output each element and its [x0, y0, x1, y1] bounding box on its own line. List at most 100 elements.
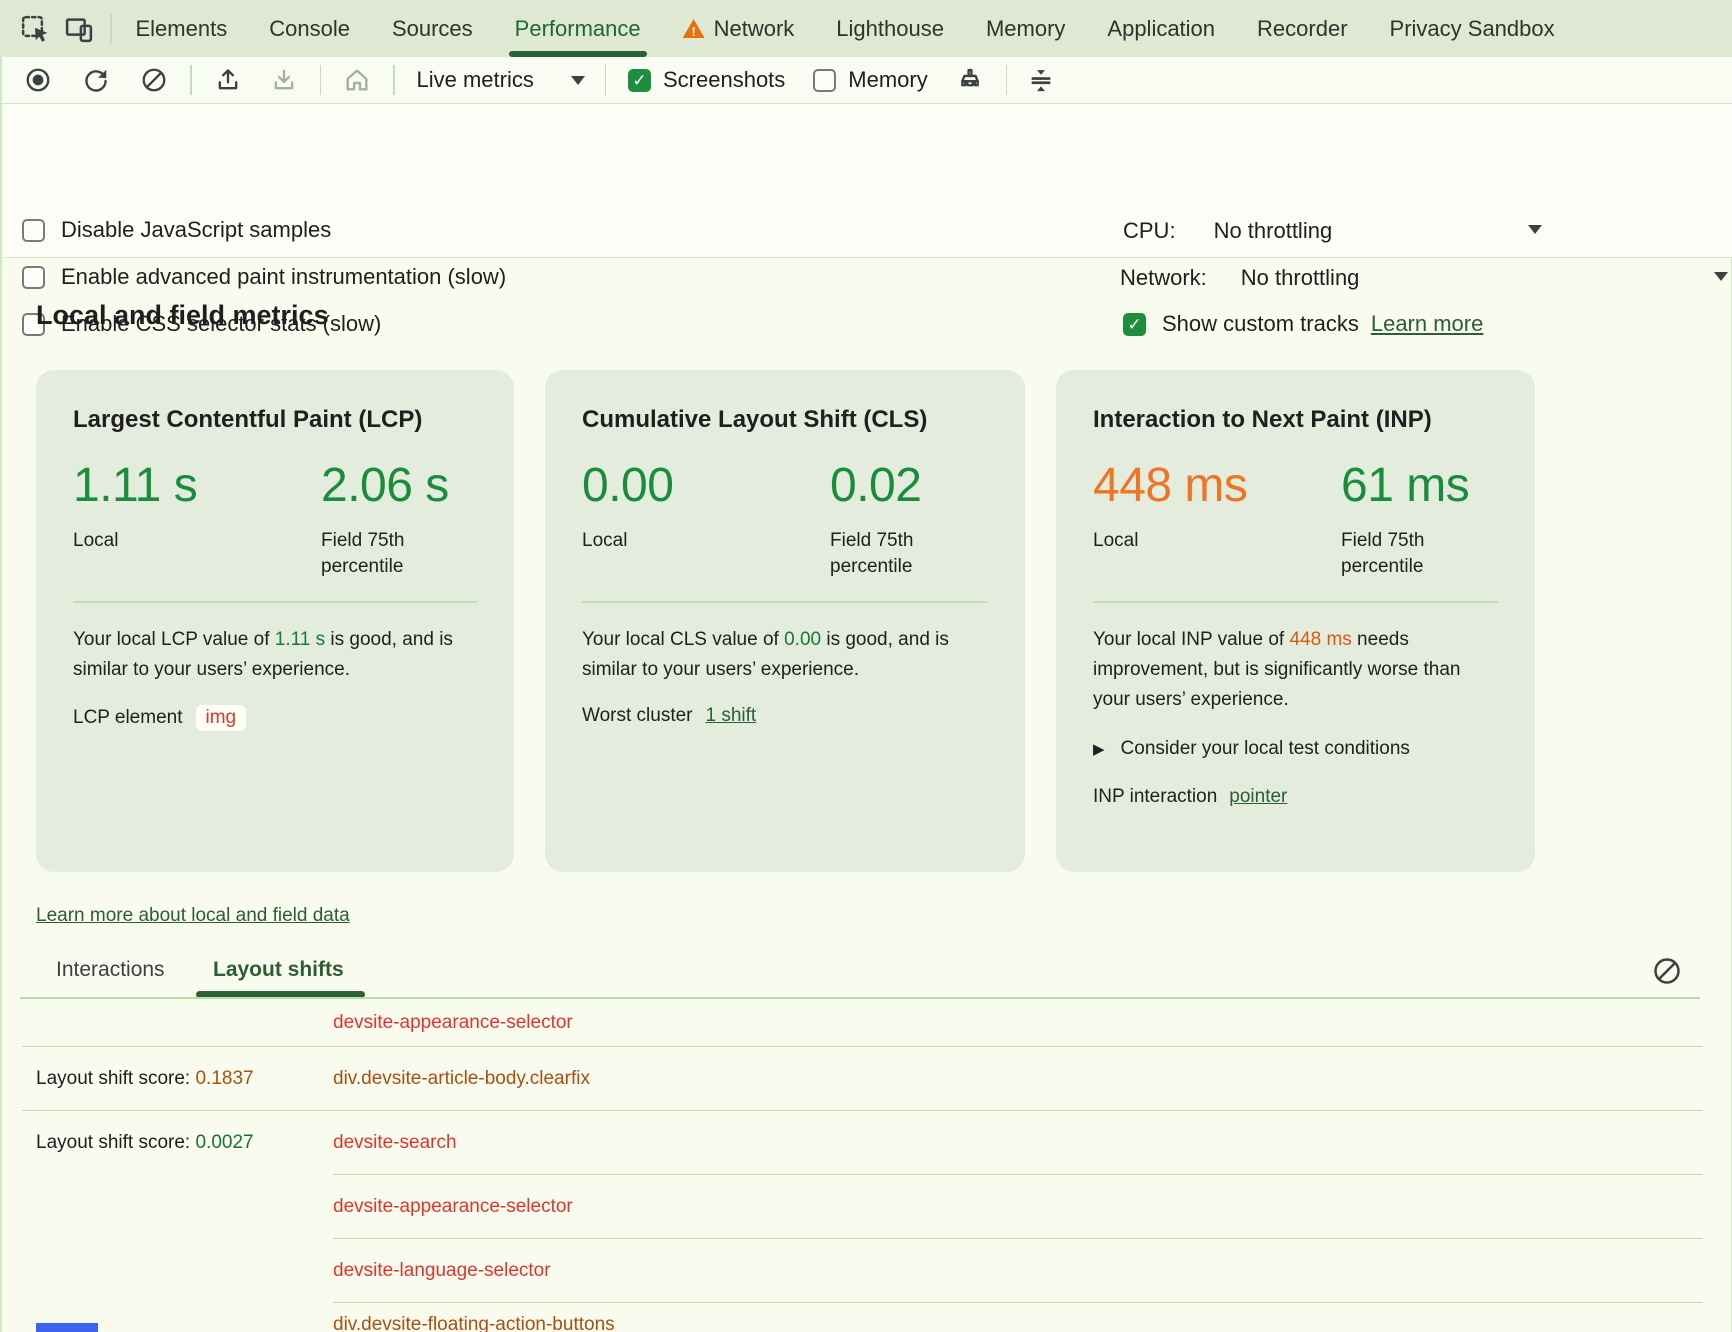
- reload-record-icon[interactable]: [80, 64, 112, 96]
- metric-cards: Largest Contentful Paint (LCP) 1.11 s Lo…: [36, 370, 1535, 872]
- tab-label: Network: [714, 16, 795, 42]
- inp-card: Interaction to Next Paint (INP) 448 ms L…: [1056, 370, 1535, 872]
- checkbox-unchecked-icon: [813, 69, 836, 92]
- lcp-local-label: Local: [73, 528, 233, 554]
- capture-settings: Disable JavaScript samplesEnable advance…: [0, 104, 1732, 258]
- toolbar-divider: [393, 65, 395, 95]
- layout-shift-score-label: Layout shift score: 0.1837: [36, 1068, 254, 1090]
- inp-interaction-link[interactable]: pointer: [1229, 786, 1287, 808]
- screenshots-checkbox[interactable]: ✓ Screenshots: [628, 67, 785, 93]
- lcp-element-node-link[interactable]: img: [196, 705, 247, 731]
- inp-local-label: Local: [1093, 528, 1253, 554]
- record-icon[interactable]: [22, 64, 54, 96]
- cpu-chevron-down-icon[interactable]: [1528, 225, 1542, 234]
- worst-cluster-label: Worst cluster: [582, 705, 693, 727]
- cls-card-title: Cumulative Layout Shift (CLS): [582, 406, 988, 434]
- tab-label: Memory: [986, 16, 1065, 42]
- inp-card-title: Interaction to Next Paint (INP): [1093, 406, 1498, 434]
- tabbar-tabs: Elements Console Sources Performance! Networ…: [136, 0, 1732, 57]
- node-link[interactable]: div.devsite-article-body.clearfix: [333, 1068, 590, 1090]
- warning-icon: !: [683, 19, 705, 38]
- node-link[interactable]: devsite-appearance-selector: [333, 1012, 573, 1034]
- desc-value: 0.00: [784, 629, 821, 650]
- checkbox-unchecked-icon: [22, 266, 45, 289]
- performance-toolbar: Live metrics ✓ Screenshots Memory: [0, 57, 1732, 104]
- layout-shift-row: Layout shift score: 0.0027devsite-search: [0, 1111, 1732, 1175]
- layout-shift-score-value: 0.0027: [195, 1132, 253, 1153]
- desc-text: Your local LCP value of: [73, 629, 275, 650]
- layout-shift-row: devsite-appearance-selector: [0, 999, 1732, 1047]
- panel-mode-select[interactable]: Live metrics: [417, 67, 585, 93]
- tab-label: Elements: [136, 16, 228, 42]
- memory-checkbox[interactable]: Memory: [813, 67, 927, 93]
- tab-performance[interactable]: Performance: [515, 0, 641, 57]
- network-throttling-select[interactable]: No throttling: [1241, 265, 1360, 291]
- tab-lighthouse[interactable]: Lighthouse: [836, 0, 944, 57]
- tab-recorder[interactable]: Recorder: [1257, 0, 1347, 57]
- lcp-element-label: LCP element: [73, 707, 183, 729]
- device-toolbar-icon[interactable]: [62, 12, 96, 46]
- layout-shift-row: Layout shift score: 0.1837 div.devsite-ar…: [0, 1047, 1732, 1111]
- inp-interaction-label: INP interaction: [1093, 786, 1217, 808]
- layout-shift-score-value: 0.1837: [195, 1068, 253, 1089]
- node-link[interactable]: devsite-language-selector: [333, 1260, 551, 1282]
- chevron-down-icon: [571, 76, 585, 85]
- inp-description: Your local INP value of 448 ms needs imp…: [1093, 625, 1498, 715]
- setting-checkbox-enable-advanced-paint-instrumentation-sl[interactable]: Enable advanced paint instrumentation (s…: [22, 262, 506, 292]
- upload-profile-icon[interactable]: [212, 64, 244, 96]
- inp-field-value: 61 ms: [1341, 458, 1498, 514]
- node-link[interactable]: devsite-appearance-selector: [333, 1196, 573, 1218]
- custom-tracks-checkbox[interactable]: ✓: [1123, 313, 1146, 336]
- cls-field-value: 0.02: [830, 458, 988, 514]
- home-icon[interactable]: [341, 64, 373, 96]
- tab-memory[interactable]: Memory: [986, 0, 1065, 57]
- tab-elements[interactable]: Elements: [136, 0, 228, 57]
- setting-checkbox-disable-javascript-samples[interactable]: Disable JavaScript samples: [22, 215, 331, 245]
- worst-cluster-link[interactable]: 1 shift: [706, 705, 757, 727]
- cpu-throttling-row: CPU: No throttling: [1123, 216, 1332, 246]
- cls-description: Your local CLS value of 0.00 is good, an…: [582, 625, 988, 685]
- download-profile-icon[interactable]: [268, 64, 300, 96]
- tab-label: Application: [1107, 16, 1215, 42]
- tab-label: Console: [269, 16, 350, 42]
- tab-sources[interactable]: Sources: [392, 0, 473, 57]
- tab-console[interactable]: Console: [269, 0, 350, 57]
- node-link[interactable]: div.devsite-floating-action-buttons: [333, 1314, 615, 1332]
- local-test-conditions-disclosure[interactable]: ▶ Consider your local test conditions: [1093, 738, 1498, 760]
- inspect-element-icon[interactable]: [18, 12, 52, 46]
- setting-label: Enable advanced paint instrumentation (s…: [61, 264, 506, 290]
- disclosure-triangle-icon: ▶: [1093, 740, 1105, 758]
- local-field-data-learn-more-link[interactable]: Learn more about local and field data: [36, 905, 350, 927]
- lcp-field-label: Field 75th percentile: [321, 528, 477, 580]
- custom-tracks-learn-more-link[interactable]: Learn more: [1371, 311, 1484, 337]
- cls-card: Cumulative Layout Shift (CLS) 0.00 Local…: [545, 370, 1025, 872]
- node-link[interactable]: devsite-search: [333, 1132, 457, 1154]
- disclosure-label: Consider your local test conditions: [1121, 738, 1410, 760]
- tab-network[interactable]: ! Network: [683, 0, 795, 57]
- clear-log-icon[interactable]: [1652, 956, 1682, 986]
- memory-label: Memory: [848, 67, 927, 93]
- devtools-performance-panel: Elements Console Sources Performance! Networ…: [0, 0, 1732, 1332]
- tabbar-divider: [110, 14, 112, 44]
- selection-highlight-strip: [36, 1323, 98, 1332]
- network-label: Network:: [1120, 265, 1207, 291]
- card-divider: [73, 601, 477, 603]
- tab-application[interactable]: Application: [1107, 0, 1215, 57]
- clear-icon[interactable]: [138, 64, 170, 96]
- log-rows: devsite-appearance-selector Layout shift …: [0, 999, 1732, 1332]
- tab-label: Performance: [515, 16, 641, 42]
- tab-label: Privacy Sandbox: [1390, 16, 1555, 42]
- tab-label: Recorder: [1257, 16, 1347, 42]
- tab-interactions[interactable]: Interactions: [56, 958, 165, 982]
- garbage-collect-icon[interactable]: [954, 64, 986, 96]
- network-chevron-down-icon[interactable]: [1714, 272, 1728, 281]
- tab-privacy-sandbox[interactable]: Privacy Sandbox: [1390, 0, 1555, 57]
- lcp-card-title: Largest Contentful Paint (LCP): [73, 406, 477, 434]
- lcp-description: Your local LCP value of 1.11 s is good, …: [73, 625, 477, 685]
- cpu-throttling-select[interactable]: No throttling: [1214, 218, 1333, 244]
- tab-layout-shifts[interactable]: Layout shifts: [213, 958, 344, 982]
- toolbar-divider: [190, 65, 192, 95]
- network-throttling-row: Network: No throttling: [1120, 263, 1359, 293]
- collapse-panel-icon[interactable]: [1025, 64, 1057, 96]
- toolbar-divider: [1006, 65, 1008, 95]
